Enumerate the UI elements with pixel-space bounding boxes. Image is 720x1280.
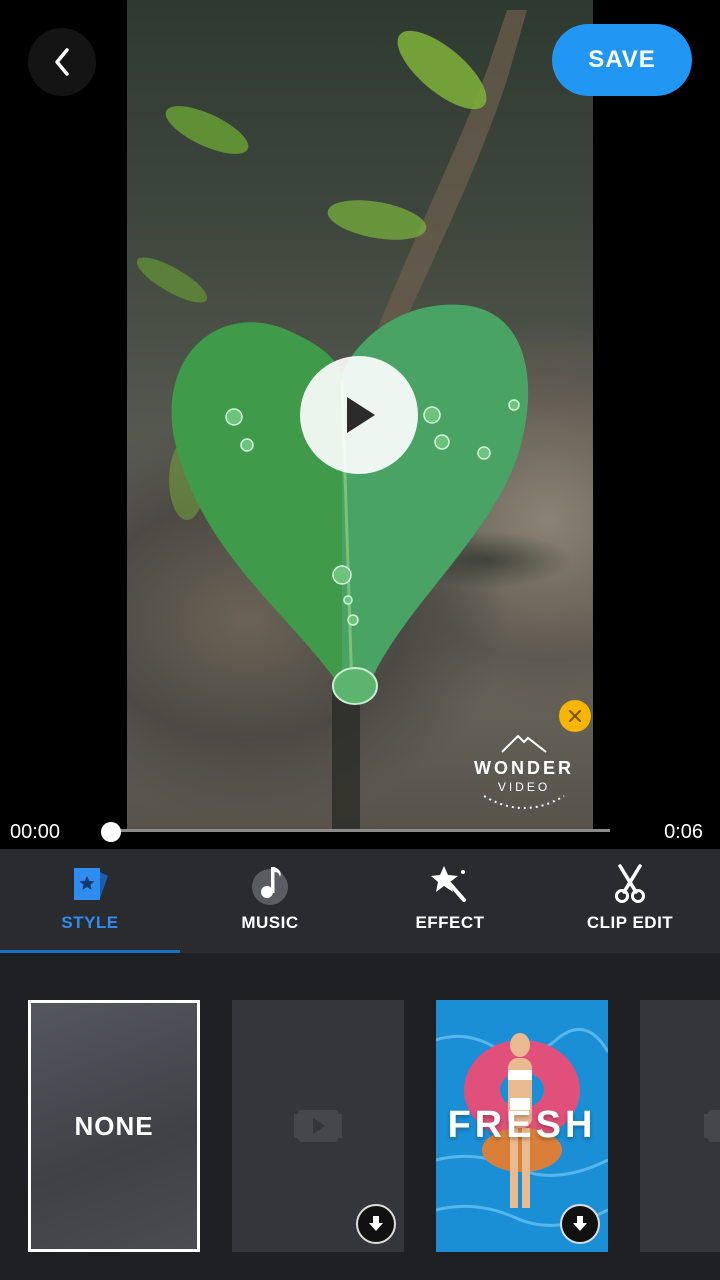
style-card-none[interactable]: NONE: [28, 1000, 200, 1252]
style-icon: [74, 868, 108, 900]
watermark-subtitle: VIDEO: [497, 780, 551, 794]
current-time: 00:00: [10, 821, 61, 843]
back-button[interactable]: [28, 28, 96, 96]
watermark-title: WONDER: [474, 758, 574, 778]
timeline-knob[interactable]: [101, 822, 121, 842]
video-editor-screen: SAVE WONDER VIDEO 00:00 0:06 STYLE MUSIC…: [0, 0, 720, 1280]
music-note-icon: [252, 867, 288, 905]
tab-music-label: MUSIC: [241, 913, 299, 932]
total-time: 0:06: [664, 821, 703, 843]
watermark: WONDER VIDEO: [462, 730, 586, 820]
tab-effect-label: EFFECT: [415, 913, 485, 932]
tab-clip-edit-label: CLIP EDIT: [586, 913, 674, 932]
magic-wand-icon: [431, 866, 466, 902]
editor-tabs: STYLE MUSIC EFFECT CLIP EDIT: [0, 849, 720, 953]
save-button[interactable]: SAVE: [552, 24, 692, 96]
download-button[interactable]: [560, 1204, 600, 1244]
tab-style-label: STYLE: [61, 913, 119, 932]
close-icon: [569, 710, 581, 722]
style-card-fresh[interactable]: FRESH: [436, 1000, 608, 1252]
play-button[interactable]: [300, 356, 418, 474]
download-button[interactable]: [356, 1204, 396, 1244]
chevron-left-icon: [55, 48, 69, 76]
watermark-close-button[interactable]: [559, 700, 591, 732]
style-card-fresh-label: FRESH: [447, 1104, 597, 1146]
style-card-placeholder[interactable]: [232, 1000, 404, 1252]
style-list: NONE FRESH: [0, 953, 720, 1280]
watermark-ornament: [483, 795, 565, 809]
mountain-icon: [501, 734, 547, 753]
tab-music[interactable]: MUSIC: [180, 849, 360, 953]
play-icon: [347, 397, 375, 433]
style-card-next[interactable]: [640, 1000, 720, 1252]
tab-style[interactable]: STYLE: [0, 849, 180, 953]
download-icon: [369, 1216, 383, 1231]
tab-clip-edit[interactable]: CLIP EDIT: [540, 849, 720, 953]
tab-effect[interactable]: EFFECT: [360, 849, 540, 953]
video-placeholder-icon: [294, 1110, 342, 1142]
timeline-track[interactable]: [110, 829, 610, 832]
video-placeholder-icon: [704, 1110, 720, 1142]
scissors-icon: [615, 864, 645, 903]
download-icon: [573, 1216, 587, 1231]
style-card-none-label: NONE: [74, 1110, 154, 1141]
